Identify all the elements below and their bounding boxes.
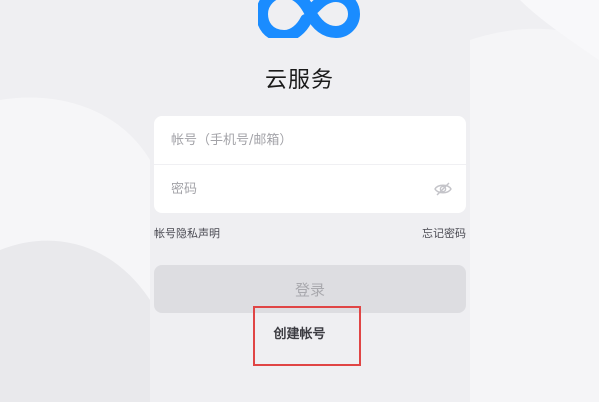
privacy-statement-link[interactable]: 帐号隐私声明 bbox=[154, 225, 220, 241]
account-field bbox=[154, 116, 466, 165]
password-input[interactable] bbox=[169, 180, 433, 198]
password-field bbox=[154, 165, 466, 213]
create-account-link[interactable]: 创建帐号 bbox=[0, 323, 599, 342]
form-links-row: 帐号隐私声明 忘记密码 bbox=[154, 225, 466, 241]
cloud-logo-icon bbox=[258, 0, 361, 38]
login-form-card bbox=[154, 116, 466, 213]
eye-off-icon[interactable] bbox=[434, 181, 452, 197]
account-input[interactable] bbox=[169, 131, 433, 149]
forgot-password-link[interactable]: 忘记密码 bbox=[422, 225, 466, 241]
app-title: 云服务 bbox=[264, 68, 334, 93]
